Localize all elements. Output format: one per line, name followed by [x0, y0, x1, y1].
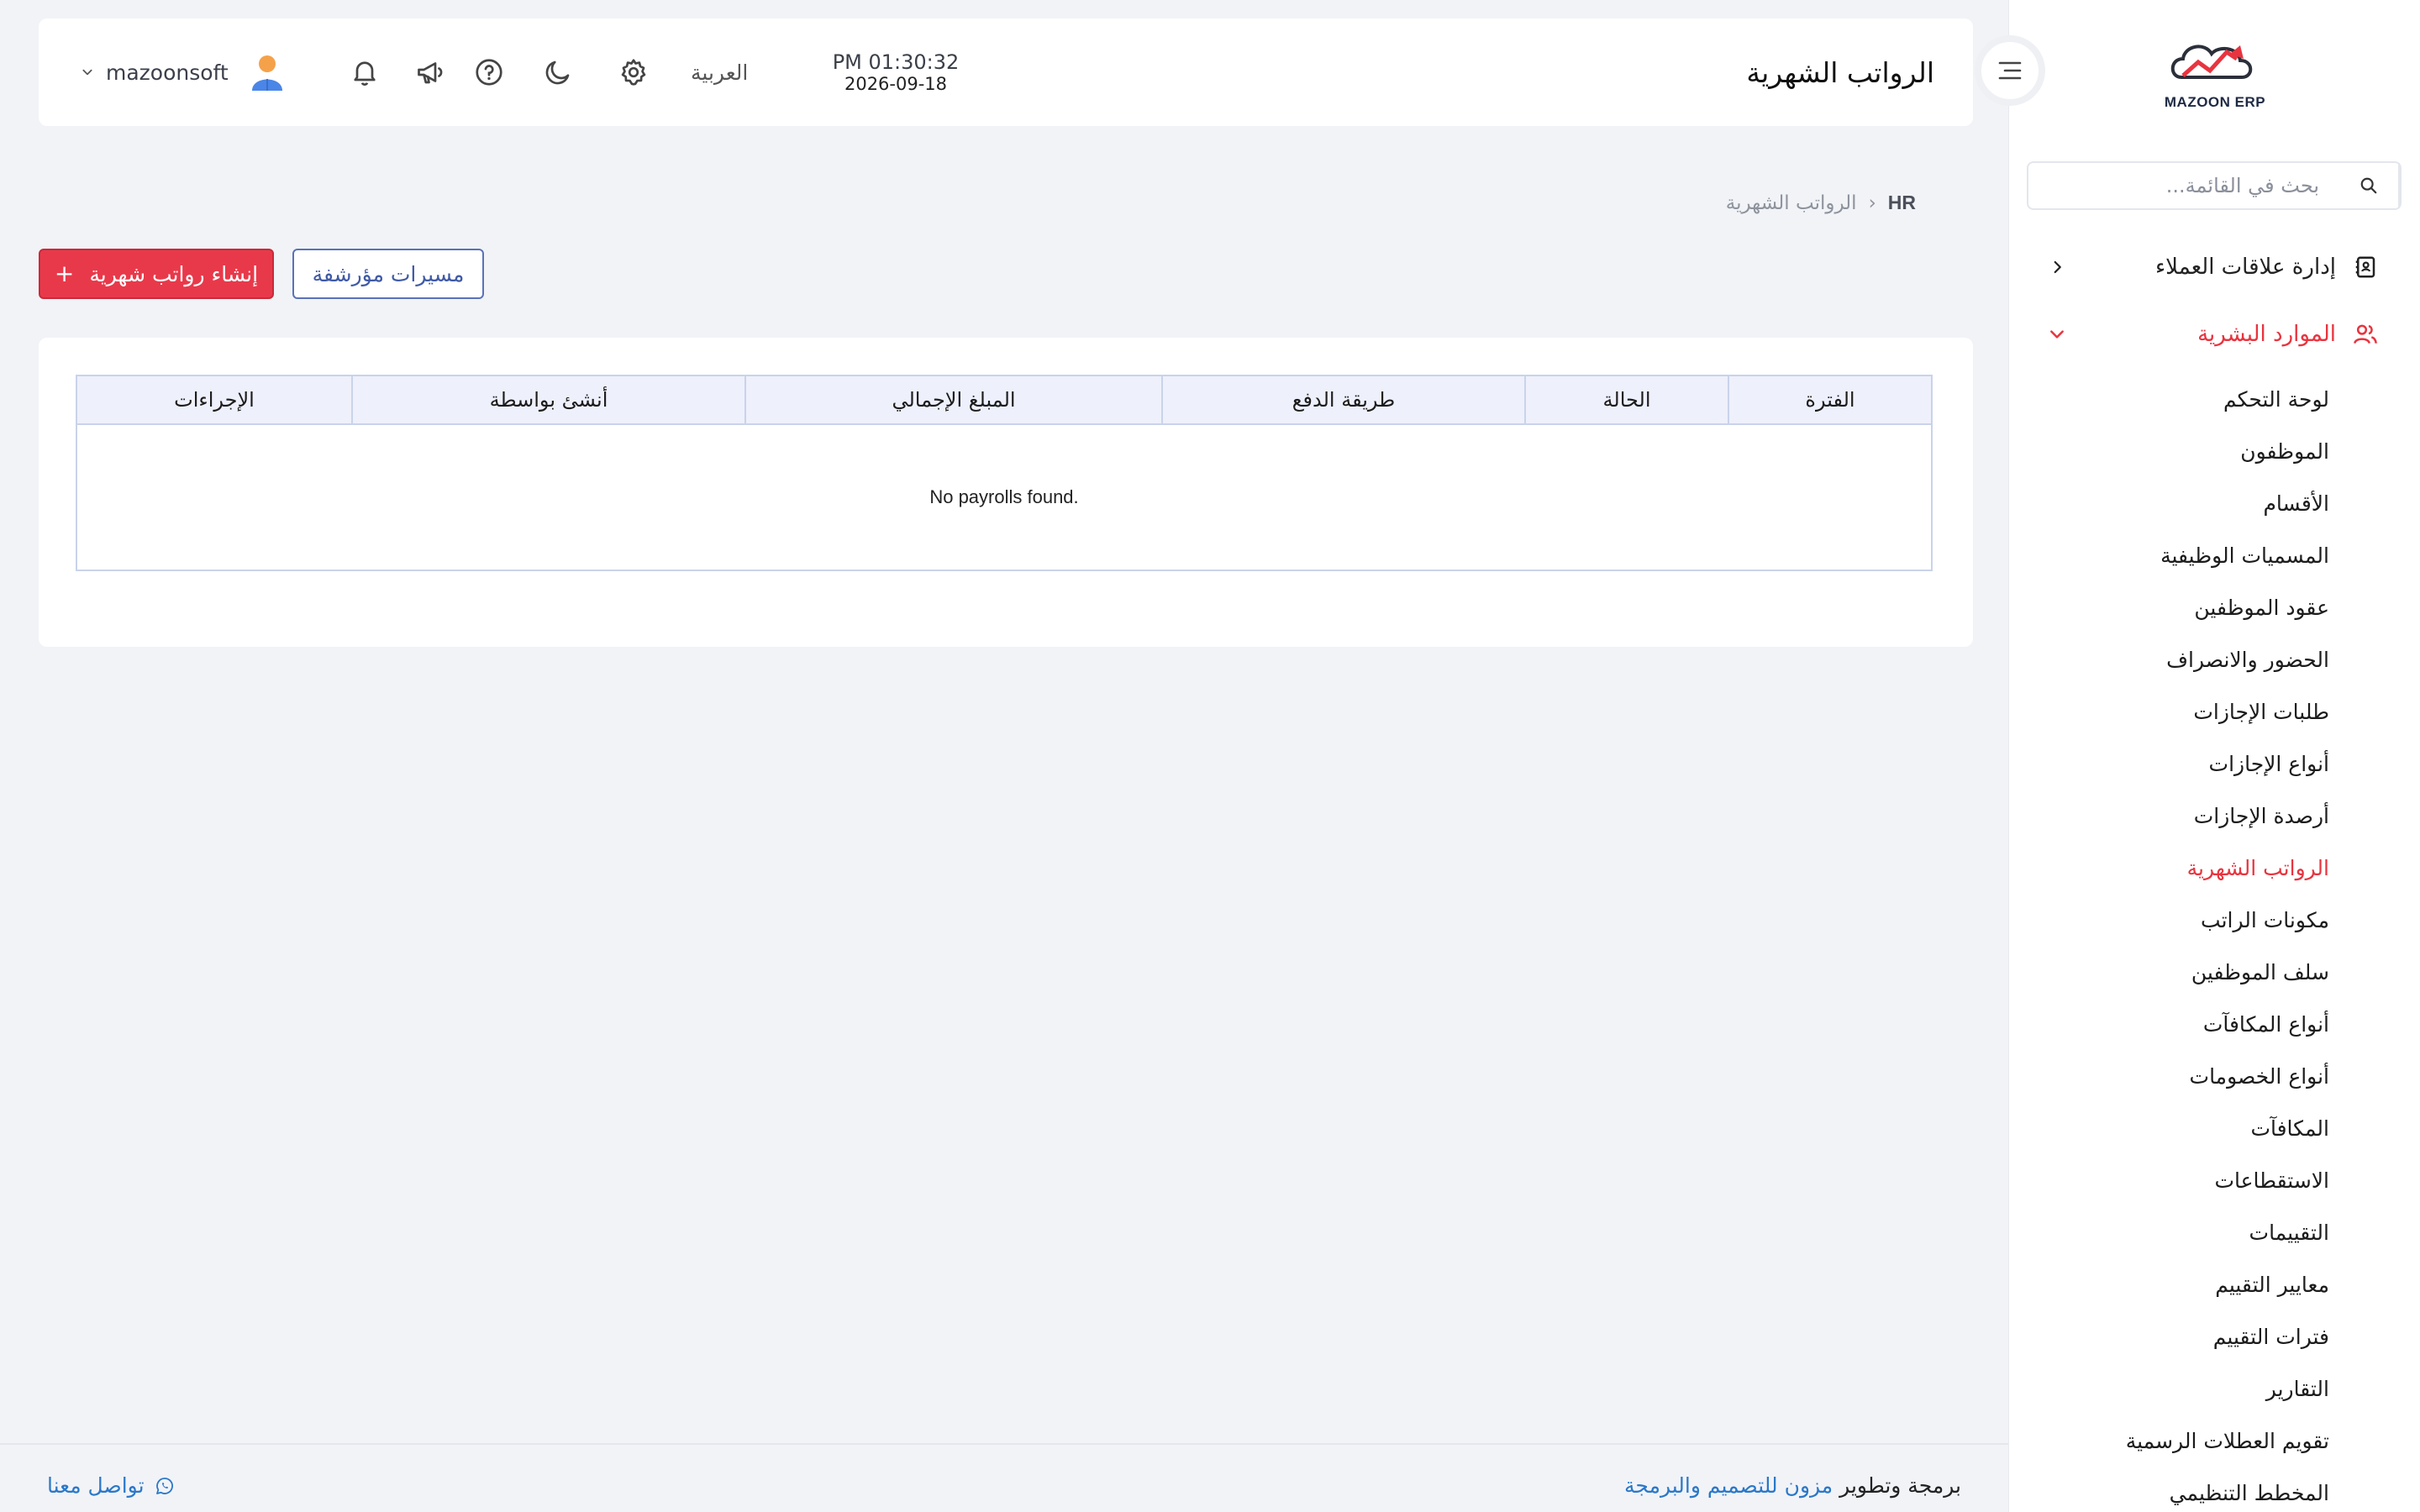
sidebar-item-job-titles[interactable]: المسميات الوظيفية: [2027, 529, 2329, 581]
sidebar-item-salary-components[interactable]: مكونات الراتب: [2027, 894, 2329, 946]
sidebar-toggle-button[interactable]: [1975, 35, 2045, 106]
bell-icon[interactable]: [346, 54, 383, 91]
clock-date: 2026-09-18: [844, 74, 948, 94]
top-header: الرواتب الشهرية PM 01:30:32 2026-09-18 ا…: [39, 18, 1973, 126]
footer-credit-link[interactable]: مزون للتصميم والبرمجة: [1624, 1473, 1833, 1498]
user-name[interactable]: mazoonsoft: [106, 18, 229, 126]
sidebar-item-departments[interactable]: الأقسام: [2027, 477, 2329, 529]
sidebar-item-employee-advances[interactable]: سلف الموظفين: [2027, 946, 2329, 998]
sidebar-item-leave-balances[interactable]: أرصدة الإجازات: [2027, 790, 2329, 842]
breadcrumb-separator: ›: [1868, 192, 1876, 214]
column-header-status[interactable]: الحالة: [1524, 376, 1728, 423]
column-header-payment-method[interactable]: طريقة الدفع: [1161, 376, 1524, 423]
sidebar-item-leave-requests[interactable]: طلبات الإجازات: [2027, 685, 2329, 738]
contact-us-label: تواصل معنا: [47, 1473, 145, 1498]
table-empty-message: No payrolls found.: [929, 486, 1079, 507]
chevron-left-icon: [2045, 255, 2069, 279]
avatar[interactable]: [245, 50, 289, 94]
brand-logo[interactable]: MAZOON ERP: [2163, 34, 2267, 114]
sidebar-item-monthly-payroll[interactable]: الرواتب الشهرية: [2027, 842, 2329, 894]
payroll-card: الفترة الحالة طريقة الدفع المبلغ الإجمال…: [39, 338, 1973, 647]
sidebar-item-holiday-calendar[interactable]: تقويم العطلات الرسمية: [2027, 1415, 2329, 1467]
sidebar-item-evaluations[interactable]: التقييمات: [2027, 1206, 2329, 1258]
sidebar-item-org-chart[interactable]: المخطط التنظيمي: [2027, 1467, 2329, 1512]
search-icon[interactable]: [2339, 163, 2400, 208]
sidebar-group-crm[interactable]: إدارة علاقات العملاء: [2009, 238, 2420, 297]
sidebar-item-leave-types[interactable]: أنواع الإجازات: [2027, 738, 2329, 790]
sidebar-group-label: الموارد البشرية: [2197, 322, 2336, 347]
column-header-created-by[interactable]: أنشئ بواسطة: [351, 376, 744, 423]
clock-time: PM 01:30:32: [832, 50, 960, 74]
sidebar-item-evaluation-periods[interactable]: فترات التقييم: [2027, 1310, 2329, 1362]
contacts-book-icon: [2351, 253, 2380, 281]
footer-credit-prefix: برمجة وتطوير: [1833, 1473, 1961, 1498]
sidebar: MAZOON ERP إدارة علاقات العملاء الموارد …: [2008, 0, 2420, 1512]
sidebar-search: [2027, 161, 2402, 210]
sidebar-item-reports[interactable]: التقارير: [2027, 1362, 2329, 1415]
menu-icon: [1998, 61, 2022, 80]
footer-credit: برمجة وتطوير مزون للتصميم والبرمجة: [1624, 1473, 1961, 1498]
archived-payrolls-label: مسيرات مؤرشفة: [312, 261, 465, 286]
sidebar-item-employees[interactable]: الموظفون: [2027, 425, 2329, 477]
breadcrumb-root[interactable]: HR: [1888, 192, 1916, 214]
whatsapp-icon: [155, 1477, 173, 1494]
chevron-down-icon[interactable]: [77, 62, 97, 82]
header-clock: PM 01:30:32 2026-09-18: [795, 50, 997, 94]
breadcrumb: HR › الرواتب الشهرية: [1726, 192, 1916, 214]
create-payroll-label: إنشاء رواتب شهرية: [89, 261, 259, 286]
gear-icon[interactable]: [615, 54, 652, 91]
archived-payrolls-button[interactable]: مسيرات مؤرشفة: [292, 249, 484, 299]
brand-name: MAZOON ERP: [2164, 94, 2266, 110]
column-header-period[interactable]: الفترة: [1728, 376, 1931, 423]
contact-us-link[interactable]: تواصل معنا: [47, 1473, 175, 1498]
sidebar-search-input[interactable]: [2028, 163, 2339, 208]
table-header: الفترة الحالة طريقة الدفع المبلغ الإجمال…: [77, 376, 1931, 425]
megaphone-icon[interactable]: [412, 54, 449, 91]
column-header-total-amount[interactable]: المبلغ الإجمالي: [744, 376, 1161, 423]
moon-icon[interactable]: [539, 54, 576, 91]
payroll-table: الفترة الحالة طريقة الدفع المبلغ الإجمال…: [76, 375, 1933, 571]
sidebar-group-hr[interactable]: الموارد البشرية: [2009, 305, 2420, 364]
create-payroll-button[interactable]: + إنشاء رواتب شهرية: [39, 249, 274, 299]
sidebar-item-deduction-types[interactable]: أنواع الخصومات: [2027, 1050, 2329, 1102]
sidebar-item-attendance[interactable]: الحضور والانصراف: [2027, 633, 2329, 685]
sidebar-item-bonuses[interactable]: المكافآت: [2027, 1102, 2329, 1154]
breadcrumb-current: الرواتب الشهرية: [1725, 192, 1857, 214]
hr-submenu: لوحة التحكم الموظفون الأقسام المسميات ال…: [2027, 373, 2329, 1512]
plus-icon: +: [54, 260, 75, 287]
sidebar-item-evaluation-criteria[interactable]: معايير التقييم: [2027, 1258, 2329, 1310]
users-icon: [2351, 320, 2380, 349]
help-icon[interactable]: [471, 54, 508, 91]
sidebar-item-deductions[interactable]: الاستقطاعات: [2027, 1154, 2329, 1206]
page-title: الرواتب الشهرية: [1746, 55, 1934, 89]
sidebar-item-employee-contracts[interactable]: عقود الموظفين: [2027, 581, 2329, 633]
footer: برمجة وتطوير مزون للتصميم والبرمجة تواصل…: [0, 1443, 2008, 1512]
column-header-actions: الإجراءات: [174, 388, 255, 412]
sidebar-item-dashboard[interactable]: لوحة التحكم: [2027, 373, 2329, 425]
language-switch[interactable]: العربية: [691, 18, 748, 126]
logo-mark-icon: [2170, 45, 2253, 79]
chevron-down-icon: [2045, 323, 2069, 346]
sidebar-group-label: إدارة علاقات العملاء: [2154, 255, 2336, 280]
sidebar-item-bonus-types[interactable]: أنواع المكافآت: [2027, 998, 2329, 1050]
